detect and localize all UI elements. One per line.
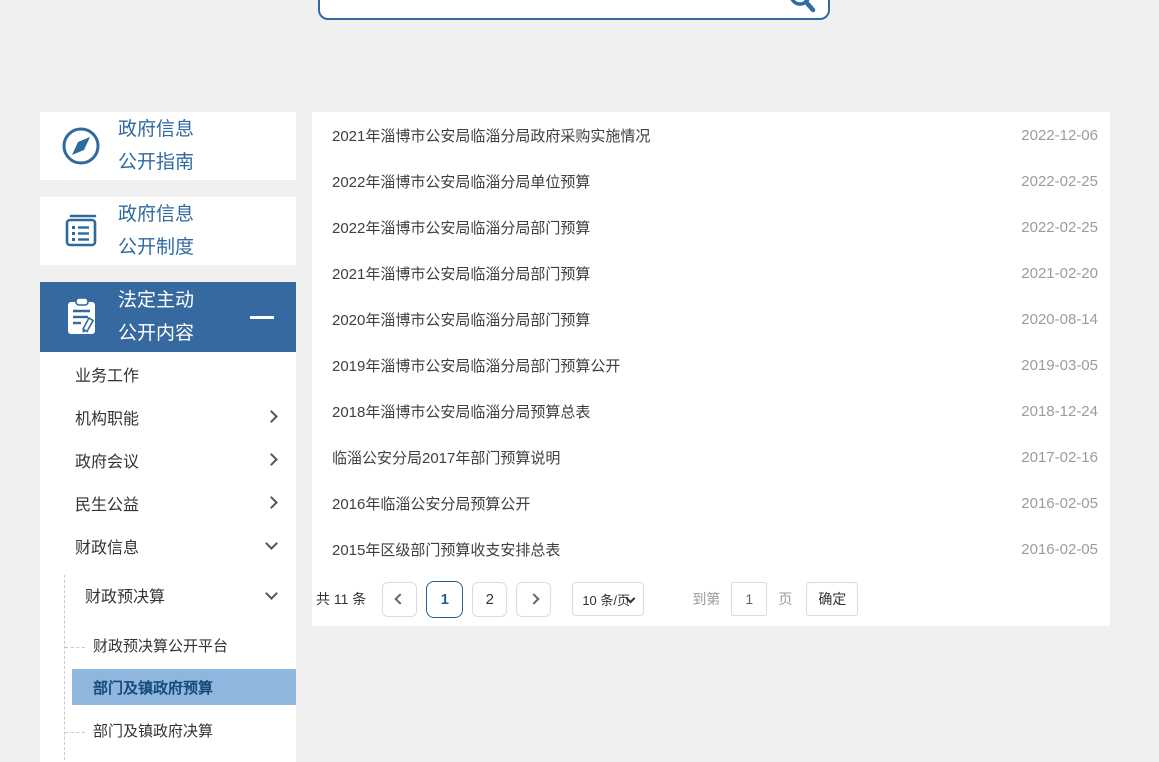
chevron-down-icon — [265, 587, 278, 600]
article-title[interactable]: 2015年区级部门预算收支安排总表 — [332, 539, 560, 560]
chevron-right-icon — [265, 453, 278, 466]
chevron-right-icon — [528, 593, 539, 604]
article-date: 2022-02-25 — [1021, 219, 1098, 236]
article-date: 2016-02-05 — [1021, 495, 1098, 512]
collapse-minus-icon[interactable] — [250, 316, 274, 319]
menu-item-fiscal-info[interactable]: 财政信息 — [40, 524, 296, 567]
search-icon[interactable] — [786, 0, 816, 17]
search-input[interactable] — [332, 0, 772, 18]
list-item[interactable]: 2015年区级部门预算收支安排总表 2016-02-05 — [312, 526, 1110, 572]
tree-connector — [65, 647, 85, 648]
chevron-right-icon — [265, 410, 278, 423]
article-date: 2017-02-16 — [1021, 449, 1098, 466]
total-count: 共 11 条 — [316, 589, 366, 609]
menu-item-business[interactable]: 业务工作 — [40, 352, 296, 395]
article-title[interactable]: 临淄公安分局2017年部门预算说明 — [332, 447, 560, 468]
menu-item-public-welfare[interactable]: 民生公益 — [40, 481, 296, 524]
prev-page-button[interactable] — [382, 582, 417, 617]
article-date: 2020-08-14 — [1021, 311, 1098, 328]
article-title[interactable]: 2019年淄博市公安局临淄分局部门预算公开 — [332, 355, 620, 376]
menu-item-org-functions[interactable]: 机构职能 — [40, 395, 296, 438]
list-item[interactable]: 2021年淄博市公安局临淄分局政府采购实施情况 2022-12-06 — [312, 112, 1110, 158]
sidebar-item-label: 政府信息 公开指南 — [118, 113, 194, 179]
article-title[interactable]: 2022年淄博市公安局临淄分局部门预算 — [332, 217, 590, 238]
notebook-icon — [58, 208, 104, 254]
list-item[interactable]: 2021年淄博市公安局临淄分局部门预算 2021-02-20 — [312, 250, 1110, 296]
sidebar-item-system[interactable]: 政府信息 公开制度 — [40, 197, 296, 265]
goto-suffix-label: 页 — [778, 589, 792, 609]
page-button-1[interactable]: 1 — [426, 581, 463, 618]
menu-item-fiscal-budget[interactable]: 财政预决算 — [40, 573, 296, 617]
article-title[interactable]: 2021年淄博市公安局临淄分局政府采购实施情况 — [332, 125, 650, 146]
goto-page-input[interactable] — [731, 582, 767, 616]
menu-item-budget-platform[interactable]: 财政预决算公开平台 — [40, 623, 296, 667]
article-title[interactable]: 2022年淄博市公安局临淄分局单位预算 — [332, 171, 590, 192]
article-date: 2018-12-24 — [1021, 403, 1098, 420]
sidebar-item-label: 法定主动 公开内容 — [118, 284, 194, 350]
chevron-left-icon — [394, 593, 405, 604]
article-list-panel: 2021年淄博市公安局临淄分局政府采购实施情况 2022-12-06 2022年… — [312, 112, 1110, 626]
article-date: 2021-02-20 — [1021, 265, 1098, 282]
list-item[interactable]: 2022年淄博市公安局临淄分局部门预算 2022-02-25 — [312, 204, 1110, 250]
article-title[interactable]: 2018年淄博市公安局临淄分局预算总表 — [332, 401, 590, 422]
menu-item-gov-meetings[interactable]: 政府会议 — [40, 438, 296, 481]
sidebar-submenu: 业务工作 机构职能 政府会议 民生公益 财政信息 财政预决算 财政预决算公开平台… — [40, 352, 296, 762]
clipboard-pencil-icon — [58, 294, 104, 340]
list-item[interactable]: 临淄公安分局2017年部门预算说明 2017-02-16 — [312, 434, 1110, 480]
sidebar: 政府信息 公开指南 政府信息 公开制度 — [40, 112, 296, 762]
list-item[interactable]: 2019年淄博市公安局临淄分局部门预算公开 2019-03-05 — [312, 342, 1110, 388]
menu-item-dept-town-final-accounts[interactable]: 部门及镇政府决算 — [40, 708, 296, 752]
menu-item-dept-town-budget[interactable]: 部门及镇政府预算 — [72, 669, 296, 705]
chevron-right-icon — [265, 496, 278, 509]
list-item[interactable]: 2016年临淄公安分局预算公开 2016-02-05 — [312, 480, 1110, 526]
sidebar-item-guide[interactable]: 政府信息 公开指南 — [40, 112, 296, 180]
page-size-select[interactable]: 10 条/页 — [572, 582, 644, 616]
pagination-bar: 共 11 条 1 2 10 条/页 到第 页 确定 — [312, 572, 1110, 626]
list-item[interactable]: 2020年淄博市公安局临淄分局部门预算 2020-08-14 — [312, 296, 1110, 342]
list-item[interactable]: 2018年淄博市公安局临淄分局预算总表 2018-12-24 — [312, 388, 1110, 434]
article-title[interactable]: 2020年淄博市公安局临淄分局部门预算 — [332, 309, 590, 330]
confirm-button[interactable]: 确定 — [806, 582, 858, 616]
chevron-down-icon — [265, 537, 278, 550]
sidebar-item-statutory-disclosure[interactable]: 法定主动 公开内容 — [40, 282, 296, 352]
search-bar — [318, 0, 830, 20]
goto-prefix-label: 到第 — [692, 589, 720, 609]
article-date: 2019-03-05 — [1021, 357, 1098, 374]
compass-icon — [58, 123, 104, 169]
page-button-2[interactable]: 2 — [472, 582, 507, 617]
article-date: 2022-02-25 — [1021, 173, 1098, 190]
sidebar-item-label: 政府信息 公开制度 — [118, 198, 194, 264]
article-date: 2016-02-05 — [1021, 541, 1098, 558]
article-date: 2022-12-06 — [1021, 127, 1098, 144]
article-title[interactable]: 2016年临淄公安分局预算公开 — [332, 493, 530, 514]
article-title[interactable]: 2021年淄博市公安局临淄分局部门预算 — [332, 263, 590, 284]
next-page-button[interactable] — [516, 582, 551, 617]
list-item[interactable]: 2022年淄博市公安局临淄分局单位预算 2022-02-25 — [312, 158, 1110, 204]
tree-connector — [65, 732, 85, 733]
